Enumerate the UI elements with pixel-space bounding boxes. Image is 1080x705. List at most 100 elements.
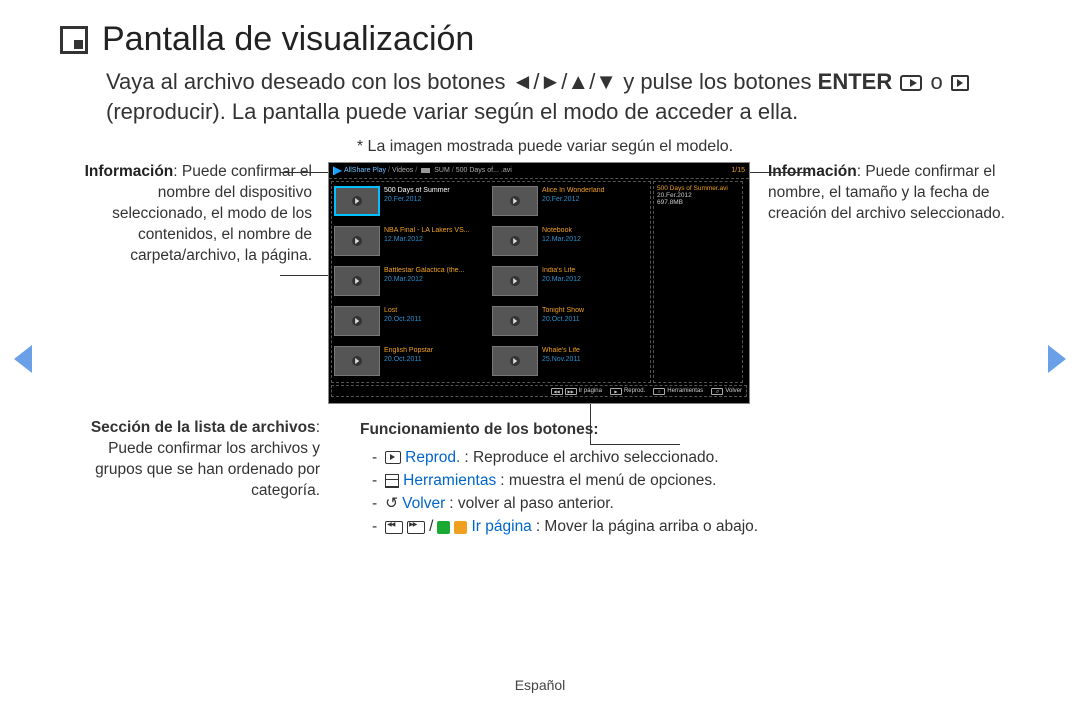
video-thumb bbox=[492, 306, 538, 336]
ir-word: Ir página bbox=[471, 515, 531, 538]
info-date: 20.Fer.2012 bbox=[657, 192, 739, 199]
rew-mini-icon: ◀◀ bbox=[551, 388, 563, 395]
file-date: 20.Fer.2012 bbox=[542, 196, 579, 203]
leader-line bbox=[280, 172, 328, 173]
language-footer: Español bbox=[0, 677, 1080, 693]
foot-page: Ir página bbox=[579, 388, 602, 394]
file-item[interactable]: Lost20.Oct.2011 bbox=[334, 306, 490, 343]
file-date: 25.Nov.2011 bbox=[542, 356, 581, 363]
bookmark-icon bbox=[60, 26, 88, 54]
intro-2: y pulse los botones bbox=[623, 69, 817, 94]
leader-line bbox=[750, 172, 810, 173]
callout-info-left-h: Información bbox=[85, 163, 174, 180]
tools-mini-icon: ≡ bbox=[653, 388, 665, 395]
file-date: 12.Mar.2012 bbox=[384, 236, 423, 243]
intro-4: (reproducir). La pantalla puede variar s… bbox=[106, 99, 798, 124]
file-item[interactable]: NBA Final - LA Lakers VS...12.Mar.2012 bbox=[334, 226, 490, 263]
file-name: 500 Days of Summer bbox=[384, 187, 450, 195]
file-item[interactable]: 500 Days of Summer20.Fer.2012 bbox=[334, 186, 490, 223]
callout-files-h: Sección de la lista de archivos bbox=[91, 419, 316, 436]
video-thumb bbox=[334, 346, 380, 376]
file-item[interactable]: Whale's Life25.Nov.2011 bbox=[492, 346, 648, 383]
video-thumb bbox=[492, 186, 538, 216]
enter-label: ENTER bbox=[818, 69, 893, 94]
bc-app: AllShare Play bbox=[344, 167, 386, 174]
file-date: 20.Oct.2011 bbox=[384, 316, 422, 323]
callout-files: Sección de la lista de archivos: Puede c… bbox=[60, 418, 320, 538]
ff-mini-icon: ▶▶ bbox=[565, 388, 577, 395]
file-name: Whale's Life bbox=[542, 347, 581, 355]
callout-info-left: Información: Puede confirmar el nombre d… bbox=[60, 162, 312, 267]
rewind-icon bbox=[385, 521, 403, 534]
file-item[interactable]: Alice In Wonderland20.Fer.2012 bbox=[492, 186, 648, 223]
allshare-icon bbox=[333, 166, 342, 175]
model-note: * La imagen mostrada puede variar según … bbox=[60, 138, 1030, 156]
page-counter: 1/15 bbox=[731, 167, 745, 174]
intro-3: o bbox=[930, 69, 948, 94]
reprod-text: : Reproduce el archivo seleccionado. bbox=[464, 446, 718, 469]
callout-buttons: Funcionamiento de los botones: - Reprod.… bbox=[360, 418, 1030, 538]
file-name: Lost bbox=[384, 307, 422, 315]
foot-play: Reprod. bbox=[624, 388, 645, 394]
file-name: Alice In Wonderland bbox=[542, 187, 605, 195]
video-thumb bbox=[492, 346, 538, 376]
tools-button-icon bbox=[385, 474, 399, 488]
info-size: 697.8MB bbox=[657, 199, 739, 206]
file-date: 20.Mar.2012 bbox=[384, 276, 423, 283]
file-name: Notebook bbox=[542, 227, 581, 235]
intro-1: Vaya al archivo deseado con los botones bbox=[106, 69, 512, 94]
yellow-button-icon bbox=[454, 521, 467, 534]
file-grid: 500 Days of Summer20.Fer.2012Alice In Wo… bbox=[331, 181, 651, 383]
bc-device: SUM bbox=[434, 167, 450, 174]
intro-text: Vaya al archivo deseado con los botones … bbox=[106, 67, 1030, 126]
bc-file: 500 Days of... .avi bbox=[456, 167, 512, 174]
video-thumb bbox=[334, 306, 380, 336]
screen-footer: ◀◀▶▶ Ir página ▶ Reprod. ≡ Herramientas … bbox=[331, 385, 747, 397]
play-button-icon bbox=[385, 451, 401, 464]
volver-text: : volver al paso anterior. bbox=[449, 492, 614, 515]
file-name: India's Life bbox=[542, 267, 581, 275]
file-name: Battlestar Galactica (the... bbox=[384, 267, 465, 275]
video-thumb bbox=[492, 226, 538, 256]
file-date: 20.Oct.2011 bbox=[384, 356, 422, 363]
next-page-arrow[interactable] bbox=[1048, 345, 1066, 373]
return-mini-icon: ↺ bbox=[711, 388, 723, 395]
ir-text: : Mover la página arriba o abajo. bbox=[536, 515, 758, 538]
volver-word: Volver bbox=[402, 492, 445, 515]
green-button-icon bbox=[437, 521, 450, 534]
reprod-word: Reprod. bbox=[405, 446, 460, 469]
file-name: NBA Final - LA Lakers VS... bbox=[384, 227, 470, 235]
play-icon bbox=[951, 75, 969, 91]
return-unicode-icon: ↺ bbox=[385, 492, 398, 515]
tv-screenshot: AllShare Play / Videos / SUM / 500 Days … bbox=[328, 162, 750, 404]
file-item[interactable]: India's Life20.Mar.2012 bbox=[492, 266, 648, 303]
arrow-keys: ◄/►/▲/▼ bbox=[512, 69, 617, 94]
video-thumb bbox=[334, 186, 380, 216]
leader-line bbox=[590, 444, 680, 445]
usb-icon bbox=[421, 168, 430, 173]
foot-tools: Herramientas bbox=[667, 388, 703, 394]
herr-word: Herramientas bbox=[403, 469, 496, 492]
file-date: 20.Oct.2011 bbox=[542, 316, 580, 323]
file-item[interactable]: Tonight Show20.Oct.2011 bbox=[492, 306, 648, 343]
file-info-panel: 500 Days of Summer.avi 20.Fer.2012 697.8… bbox=[653, 181, 743, 383]
prev-page-arrow[interactable] bbox=[14, 345, 32, 373]
video-thumb bbox=[334, 226, 380, 256]
play-mini-icon: ▶ bbox=[610, 388, 622, 395]
video-thumb bbox=[334, 266, 380, 296]
foot-back: Volver bbox=[725, 388, 742, 394]
leader-line bbox=[280, 275, 328, 276]
breadcrumb-bar: AllShare Play / Videos / SUM / 500 Days … bbox=[329, 163, 749, 179]
file-date: 12.Mar.2012 bbox=[542, 236, 581, 243]
callout-buttons-h: Funcionamiento de los botones: bbox=[360, 418, 1030, 441]
file-date: 20.Fer.2012 bbox=[384, 196, 421, 203]
file-item[interactable]: Battlestar Galactica (the...20.Mar.2012 bbox=[334, 266, 490, 303]
file-item[interactable]: Notebook12.Mar.2012 bbox=[492, 226, 648, 263]
info-filename: 500 Days of Summer.avi bbox=[657, 185, 739, 192]
page-title: Pantalla de visualización bbox=[102, 20, 474, 59]
file-item[interactable]: English Popstar20.Oct.2011 bbox=[334, 346, 490, 383]
file-name: Tonight Show bbox=[542, 307, 584, 315]
file-name: English Popstar bbox=[384, 347, 433, 355]
herr-text: : muestra el menú de opciones. bbox=[500, 469, 716, 492]
forward-icon bbox=[407, 521, 425, 534]
